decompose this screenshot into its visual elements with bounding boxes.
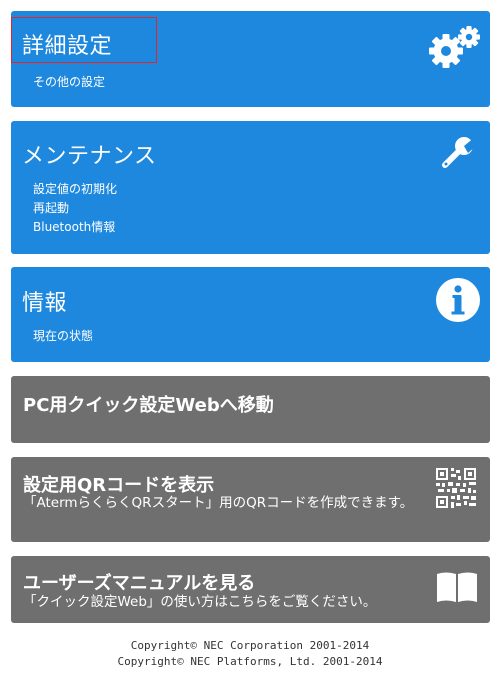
- information-card[interactable]: 情報 現在の状態: [11, 267, 490, 362]
- user-manual-card[interactable]: ユーザーズマニュアルを見る 「クイック設定Web」の使い方はこちらをご覧ください…: [11, 556, 490, 623]
- qr-code-icon: [436, 468, 476, 508]
- advanced-settings-title: 詳細設定: [22, 34, 113, 59]
- user-manual-description: 「クイック設定Web」の使い方はこちらをご覧ください。: [23, 594, 377, 610]
- gears-icon: [429, 26, 480, 68]
- advanced-settings-card[interactable]: 詳細設定 その他の設定: [11, 11, 490, 107]
- copyright-line-1: Copyright© NEC Corporation 2001-2014: [130, 639, 370, 652]
- pc-quick-setup-title: PC用クイック設定Webへ移動: [23, 395, 274, 416]
- qr-code-card[interactable]: 設定用QRコードを表示 「AtermらくらくQRスタート」用のQRコードを作成で…: [11, 457, 490, 542]
- information-title: 情報: [22, 291, 68, 316]
- info-icon: [436, 278, 480, 322]
- bluetooth-info-link[interactable]: Bluetooth情報: [33, 218, 115, 235]
- maintenance-card[interactable]: メンテナンス 設定値の初期化 再起動 Bluetooth情報: [11, 121, 490, 254]
- maintenance-title: メンテナンス: [22, 144, 157, 169]
- copyright-line-2: Copyright© NEC Platforms, Ltd. 2001-2014: [117, 655, 383, 668]
- reboot-link[interactable]: 再起動: [33, 199, 69, 216]
- wrench-icon: [442, 137, 475, 168]
- page: 詳細設定 その他の設定 メンテナンス 設定値の初期化 再起動 Bluetooth…: [0, 0, 500, 680]
- pc-quick-setup-card[interactable]: PC用クイック設定Webへ移動: [11, 376, 490, 443]
- qr-code-description: 「AtermらくらくQRスタート」用のQRコードを作成できます。: [23, 495, 414, 511]
- other-settings-link[interactable]: その他の設定: [33, 73, 105, 90]
- book-icon: [437, 572, 477, 602]
- factory-reset-link[interactable]: 設定値の初期化: [33, 180, 117, 197]
- current-status-link[interactable]: 現在の状態: [33, 327, 93, 344]
- user-manual-title: ユーザーズマニュアルを見る: [23, 573, 256, 594]
